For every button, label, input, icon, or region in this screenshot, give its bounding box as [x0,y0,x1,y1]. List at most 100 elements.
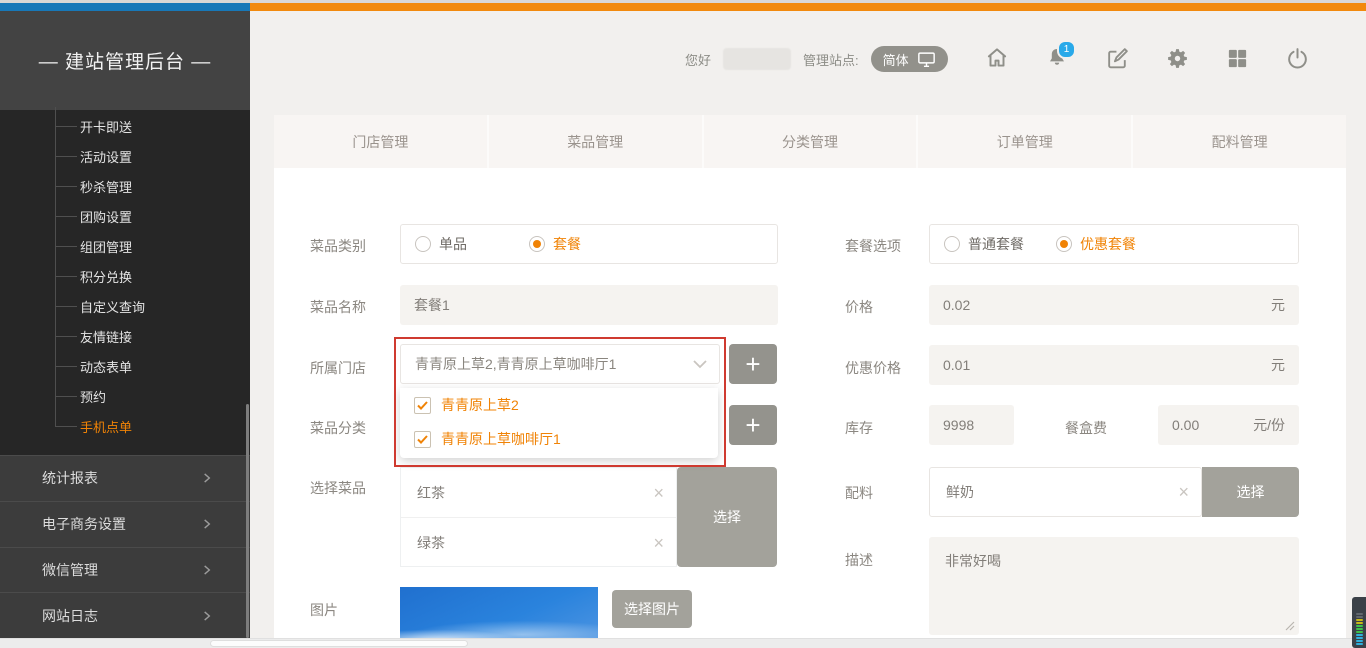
meter-bar [1356,625,1363,627]
sidebar-item-dynamic-form[interactable]: 动态表单 [0,351,250,381]
tree-tick [55,306,77,307]
dish-name-input[interactable]: 套餐1 [400,285,778,325]
chevron-right-icon [200,517,214,531]
tree-tick [55,216,77,217]
discount-price-label: 优惠价格 [845,358,901,378]
remove-icon[interactable]: × [653,484,664,502]
chevron-down-icon [693,360,707,369]
dish-type-label: 菜品类别 [310,236,366,256]
stock-label: 库存 [845,418,873,438]
select-dish-label: 选择菜品 [310,478,366,498]
radio-combo-label[interactable]: 套餐 [553,234,581,254]
sidebar-item-custom-query[interactable]: 自定义查询 [0,291,250,321]
sidebar-title-block: — 建站管理后台 — [0,11,250,110]
radio-discount-combo[interactable] [1056,236,1072,252]
sidebar-section-ecommerce-settings[interactable]: 电子商务设置 [0,501,250,547]
price-input[interactable]: 0.02 元 [929,285,1299,325]
sidebar-section-statistics[interactable]: 统计报表 [0,455,250,501]
add-store-button[interactable]: + [729,344,777,384]
stock-input[interactable]: 9998 [929,405,1014,445]
tab-ingredient-manage[interactable]: 配料管理 [1131,115,1346,168]
checkbox-checked-icon[interactable] [414,431,431,448]
store-option-2[interactable]: 青青原上草咖啡厅1 [414,429,718,449]
add-category-button[interactable]: + [729,405,777,445]
horizontal-scrollbar-track[interactable] [0,638,1366,648]
sidebar-item-reservation[interactable]: 预约 [0,381,250,411]
discount-price-input[interactable]: 0.01 元 [929,345,1299,385]
tab-bar: 门店管理 菜品管理 分类管理 订单管理 配料管理 [274,115,1346,168]
edit-button[interactable] [1104,44,1130,72]
sidebar-item-points-exchange[interactable]: 积分兑换 [0,261,250,291]
radio-single-dish-label[interactable]: 单品 [439,234,467,254]
tab-order-manage[interactable]: 订单管理 [916,115,1131,168]
resize-handle[interactable] [1285,621,1295,631]
tree-tick [55,156,77,157]
greeting-text: 您好 [685,50,711,69]
radio-normal-combo[interactable] [944,236,960,252]
radio-single-dish[interactable] [415,236,431,252]
image-label: 图片 [310,600,338,620]
app-title: — 建站管理后台 — [39,47,212,74]
select-ingredient-button[interactable]: 选择 [1202,467,1299,517]
sidebar-section-wechat-manage[interactable]: 微信管理 [0,547,250,593]
sidebar-item-activity-settings[interactable]: 活动设置 [0,141,250,171]
home-icon [984,45,1010,71]
apps-icon [1226,47,1249,70]
gear-icon [1165,46,1190,71]
header-user-area: 您好 管理站点: 简体 [685,45,948,73]
sidebar-item-mobile-ordering[interactable]: 手机点单 [0,411,250,441]
chevron-right-icon [200,563,214,577]
description-label: 描述 [845,550,873,570]
tab-dish-manage[interactable]: 菜品管理 [487,115,702,168]
tab-category-manage[interactable]: 分类管理 [702,115,917,168]
dish-row-black-tea: 红茶 × [401,468,676,517]
tree-tick [55,186,77,187]
store-option-1[interactable]: 青青原上草2 [414,395,718,415]
edit-icon [1105,46,1130,71]
tree-tick [55,336,77,337]
ingredient-label: 配料 [845,483,873,503]
box-fee-input[interactable]: 0.00 元/份 [1158,405,1299,445]
price-unit: 元 [1271,295,1285,315]
meter-bar [1356,634,1363,636]
horizontal-scrollbar-thumb[interactable] [210,640,468,647]
sidebar-item-flash-sale[interactable]: 秒杀管理 [0,171,250,201]
select-image-button[interactable]: 选择图片 [612,590,692,628]
tab-store-manage[interactable]: 门店管理 [274,115,487,168]
sidebar-item-friend-links[interactable]: 友情链接 [0,321,250,351]
sidebar-item-open-card-gift[interactable]: 开卡即送 [0,111,250,141]
meter-bar [1356,631,1363,633]
language-pill[interactable]: 简体 [871,46,948,72]
radio-combo[interactable] [529,236,545,252]
notifications-button[interactable]: 1 [1044,44,1070,72]
sidebar-scrollbar-thumb[interactable] [246,404,249,638]
select-dish-button[interactable]: 选择 [677,467,777,567]
sidebar-item-group-manage[interactable]: 组团管理 [0,231,250,261]
ingredient-input[interactable]: 鲜奶 × [929,467,1202,517]
manage-site-label: 管理站点: [803,50,859,69]
store-label: 所属门店 [310,358,366,378]
meter-bar [1356,622,1363,624]
checkbox-checked-icon[interactable] [414,397,431,414]
sidebar-sections: 统计报表 电子商务设置 微信管理 网站日志 [0,455,250,638]
tree-tick [55,426,77,427]
dish-row-green-tea: 绿茶 × [401,517,676,567]
monitor-icon [917,51,936,68]
settings-button[interactable] [1164,44,1190,72]
sidebar-item-group-buy[interactable]: 团购设置 [0,201,250,231]
power-icon [1285,46,1310,71]
description-textarea[interactable]: 非常好喝 [929,537,1299,635]
sidebar-section-site-logs[interactable]: 网站日志 [0,592,250,638]
remove-icon[interactable]: × [653,534,664,552]
logout-button[interactable] [1284,44,1310,72]
radio-discount-combo-label[interactable]: 优惠套餐 [1080,234,1136,254]
apps-button[interactable] [1224,44,1250,72]
radio-normal-combo-label[interactable]: 普通套餐 [968,234,1024,254]
app-window: — 建站管理后台 — 开卡即送 活动设置 秒杀管理 团购设置 组团管理 积分兑换… [0,0,1366,648]
level-meter-widget [1352,597,1366,648]
store-select[interactable]: 青青原上草2,青青原上草咖啡厅1 [400,344,720,384]
remove-icon[interactable]: × [1178,483,1189,501]
dish-type-radio-group: 单品 套餐 [400,224,778,264]
home-button[interactable] [984,44,1010,72]
combo-option-radio-group: 普通套餐 优惠套餐 [929,224,1299,264]
